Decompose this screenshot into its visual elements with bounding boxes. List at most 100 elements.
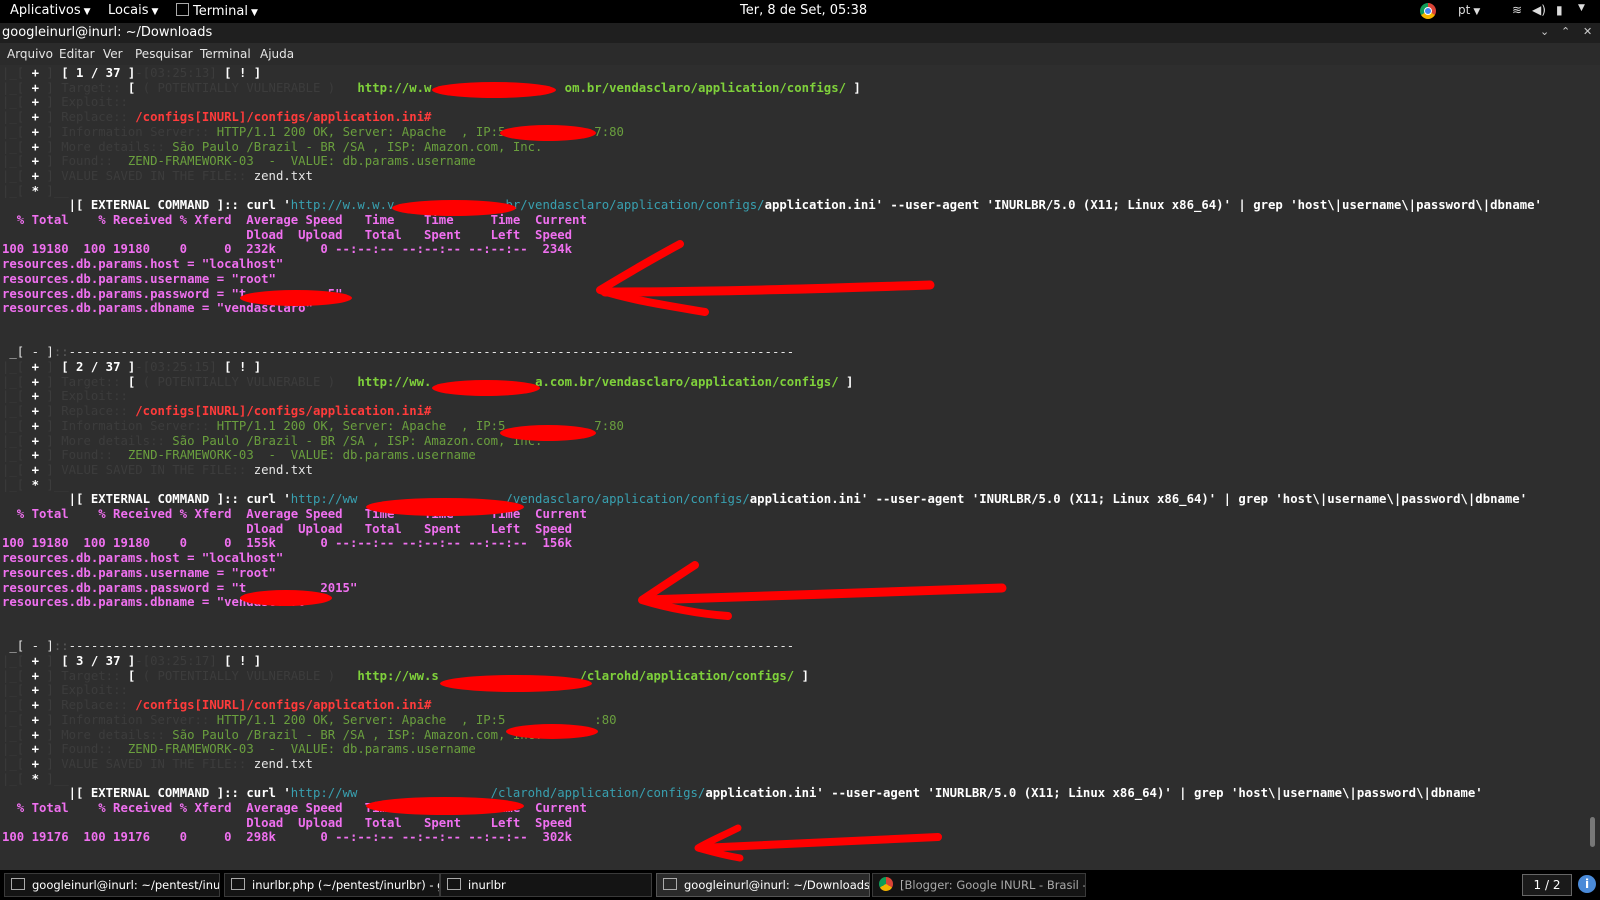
- terminal-text: _[ - ]: [2, 345, 54, 360]
- terminal-text: |_[: [2, 742, 32, 757]
- system-menu-chevron-icon[interactable]: ▼: [1578, 3, 1585, 13]
- menu-pesquisar[interactable]: Pesquisar: [135, 47, 193, 61]
- terminal-text: ( POTENTIALLY VULNERABLE ): [142, 80, 358, 95]
- terminal-line: resources.db.params.dbname = "vendasclar…: [2, 595, 313, 610]
- terminal-text: +: [31, 712, 40, 727]
- terminal-text: |_[: [2, 124, 32, 139]
- wifi-icon[interactable]: ≋: [1512, 3, 1522, 17]
- chrome-icon[interactable]: [1420, 3, 1436, 19]
- taskbar-item[interactable]: inurlbr: [440, 873, 652, 897]
- terminal-text: ] Found::: [39, 742, 121, 757]
- chevron-down-icon: ▼: [151, 7, 159, 17]
- terminal-line: resources.db.params.host = "localhost": [2, 551, 283, 566]
- terminal-line: Dload Upload Total Spent Left Speed: [2, 522, 572, 537]
- terminal-text: 100 19176 100 19176 0 0 298k 0 --:--:-- …: [2, 830, 573, 845]
- terminal-text: ] VALUE SAVED IN THE FILE::: [39, 462, 254, 477]
- minimize-icon[interactable]: ⌄: [1540, 25, 1549, 38]
- terminal-text: 100 19180 100 19180 0 0 155k 0 --:--:-- …: [2, 536, 573, 551]
- window-titlebar[interactable]: googleinurl@inurl: ~/Downloads ⌄ ⌃ ✕: [0, 23, 1600, 43]
- menu-terminal[interactable]: Terminal: [200, 47, 251, 61]
- menu-editar[interactable]: Editar: [59, 47, 95, 61]
- terminal-text: resources.db.params.host = "localhost": [2, 257, 284, 272]
- terminal-output[interactable]: |_[ + ] [ 1 / 37 ]-[03:25:13] [ ! ] |_[ +…: [0, 65, 1580, 867]
- terminal-line: |_[ + ] Replace:: /configs[INURL]/config…: [2, 404, 431, 419]
- terminal-text: /configs[INURL]/configs/application.ini#: [135, 698, 432, 713]
- terminal-line: |_[ + ] [ 3 / 37 ]-[03:25:17] [ ! ]: [2, 654, 261, 669]
- terminal-line: resources.db.params.password = "t 5": [2, 287, 343, 302]
- language-selector[interactable]: pt ▼: [1458, 3, 1480, 17]
- terminal-text: ] Target::: [39, 80, 128, 95]
- terminal-text: resources.db.params.dbname = "vendasclar…: [2, 595, 313, 610]
- terminal-text: [: [127, 668, 143, 683]
- terminal-menu-label: Terminal: [193, 4, 248, 19]
- terminal-text: % Total % Received % Xferd Average Speed…: [2, 507, 587, 521]
- chevron-down-icon: ▼: [83, 7, 91, 17]
- terminal-text: +: [31, 727, 40, 742]
- terminal-text: +: [31, 668, 40, 683]
- terminal-text: [ 2 / 37 ]: [61, 360, 136, 374]
- terminal-line: |_[ + ] VALUE SAVED IN THE FILE:: zend.t…: [2, 169, 313, 184]
- terminal-text: http://w.w om.br/vendasclaro/application…: [357, 80, 847, 95]
- scrollbar-thumb[interactable]: [1590, 817, 1595, 847]
- terminal-text: zend.txt: [253, 168, 313, 183]
- terminal-text: HTTP/1.1 200 OK, Server: Apache , IP:5 7…: [216, 124, 624, 139]
- terminal-text: [ ! ]: [224, 654, 262, 668]
- terminal-text: ] More details::: [39, 727, 173, 742]
- terminal-line: resources.db.params.host = "localhost": [2, 257, 283, 272]
- taskbar-item[interactable]: googleinurl@inurl: ~/Downloads: [656, 873, 870, 897]
- terminal-text: http://ww /clarohd/application/configs/: [290, 786, 706, 801]
- terminal-text: +: [31, 742, 40, 757]
- terminal-app-menu[interactable]: Terminal ▼: [176, 3, 258, 19]
- volume-icon[interactable]: ◀): [1532, 3, 1546, 17]
- terminal-line: 100 19180 100 19180 0 0 232k 0 --:--:-- …: [2, 242, 572, 257]
- taskbar-item[interactable]: inurlbr.php (~/pentest/inurlbr) - ge...: [224, 873, 440, 897]
- terminal-text: +: [31, 756, 40, 771]
- maximize-icon[interactable]: ⌃: [1561, 25, 1570, 38]
- terminal-text: ----------------------------------------…: [68, 639, 795, 654]
- terminal-text: _[ - ]: [2, 639, 54, 654]
- terminal-text: +: [31, 698, 40, 713]
- terminal-line: 100 19180 100 19180 0 0 155k 0 --:--:-- …: [2, 536, 572, 551]
- terminal-text: ZEND-FRAMEWORK-03 - VALUE: db.params.use…: [120, 742, 476, 757]
- terminal-text: |_[: [2, 360, 32, 374]
- terminal-line: resources.db.params.username = "root": [2, 272, 276, 287]
- terminal-scrollbar[interactable]: [1580, 65, 1600, 867]
- terminal-line: |_[ + ] Target:: [ ( POTENTIALLY VULNERA…: [2, 375, 853, 390]
- notification-info-icon[interactable]: i: [1578, 875, 1596, 893]
- terminal-text: http://w.w.w.v br/vendasclaro/applicatio…: [290, 198, 765, 213]
- terminal-text: |_[: [2, 683, 32, 698]
- battery-icon[interactable]: ▮: [1556, 3, 1563, 17]
- terminal-text: resources.db.params.username = "root": [2, 271, 276, 286]
- terminal-line: |_[ + ] Target:: [ ( POTENTIALLY VULNERA…: [2, 81, 861, 96]
- close-icon[interactable]: ✕: [1583, 25, 1592, 38]
- clock[interactable]: Ter, 8 de Set, 05:38: [740, 3, 867, 18]
- taskbar-item[interactable]: [Blogger: Google INURL - Brasil -...: [872, 873, 1086, 897]
- applications-menu[interactable]: Aplicativos ▼: [10, 3, 91, 18]
- terminal-text: [ 3 / 37 ]: [61, 654, 136, 668]
- terminal-text: ] More details::: [39, 139, 173, 154]
- chevron-down-icon: ▼: [250, 8, 258, 18]
- terminal-line: |_[ + ] Target:: [ ( POTENTIALLY VULNERA…: [2, 669, 809, 684]
- terminal-text: [ ! ]: [224, 66, 262, 80]
- terminal-text: ] Target::: [39, 374, 128, 389]
- terminal-menubar: Arquivo Editar Ver Pesquisar Terminal Aj…: [0, 43, 1600, 65]
- terminal-text: +: [31, 80, 40, 95]
- places-label: Locais: [108, 3, 149, 18]
- terminal-line: resources.db.params.dbname = "vendasclar…: [2, 301, 313, 316]
- menu-ajuda[interactable]: Ajuda: [260, 47, 294, 61]
- workspace-pager[interactable]: 1 / 2: [1522, 874, 1572, 896]
- places-menu[interactable]: Locais ▼: [108, 3, 158, 18]
- terminal-text: /configs[INURL]/configs/application.ini#: [135, 404, 432, 419]
- menu-arquivo[interactable]: Arquivo: [7, 47, 53, 61]
- terminal-line: |_[ + ] Exploit::: [2, 683, 128, 698]
- terminal-text: ] Found::: [39, 448, 121, 463]
- taskbar-item[interactable]: googleinurl@inurl: ~/pentest/inurlbr: [4, 873, 220, 897]
- terminal-text: ( POTENTIALLY VULNERABLE ): [142, 668, 358, 683]
- terminal-icon: [663, 878, 677, 890]
- terminal-line: |_[ * ]__: [2, 478, 69, 493]
- terminal-line: resources.db.params.password = "t 2015": [2, 581, 357, 596]
- menu-ver[interactable]: Ver: [103, 47, 123, 61]
- terminal-text: http://ww.s /clarohd/application/configs…: [357, 668, 795, 683]
- terminal-text: resources.db.params.host = "localhost": [2, 551, 284, 566]
